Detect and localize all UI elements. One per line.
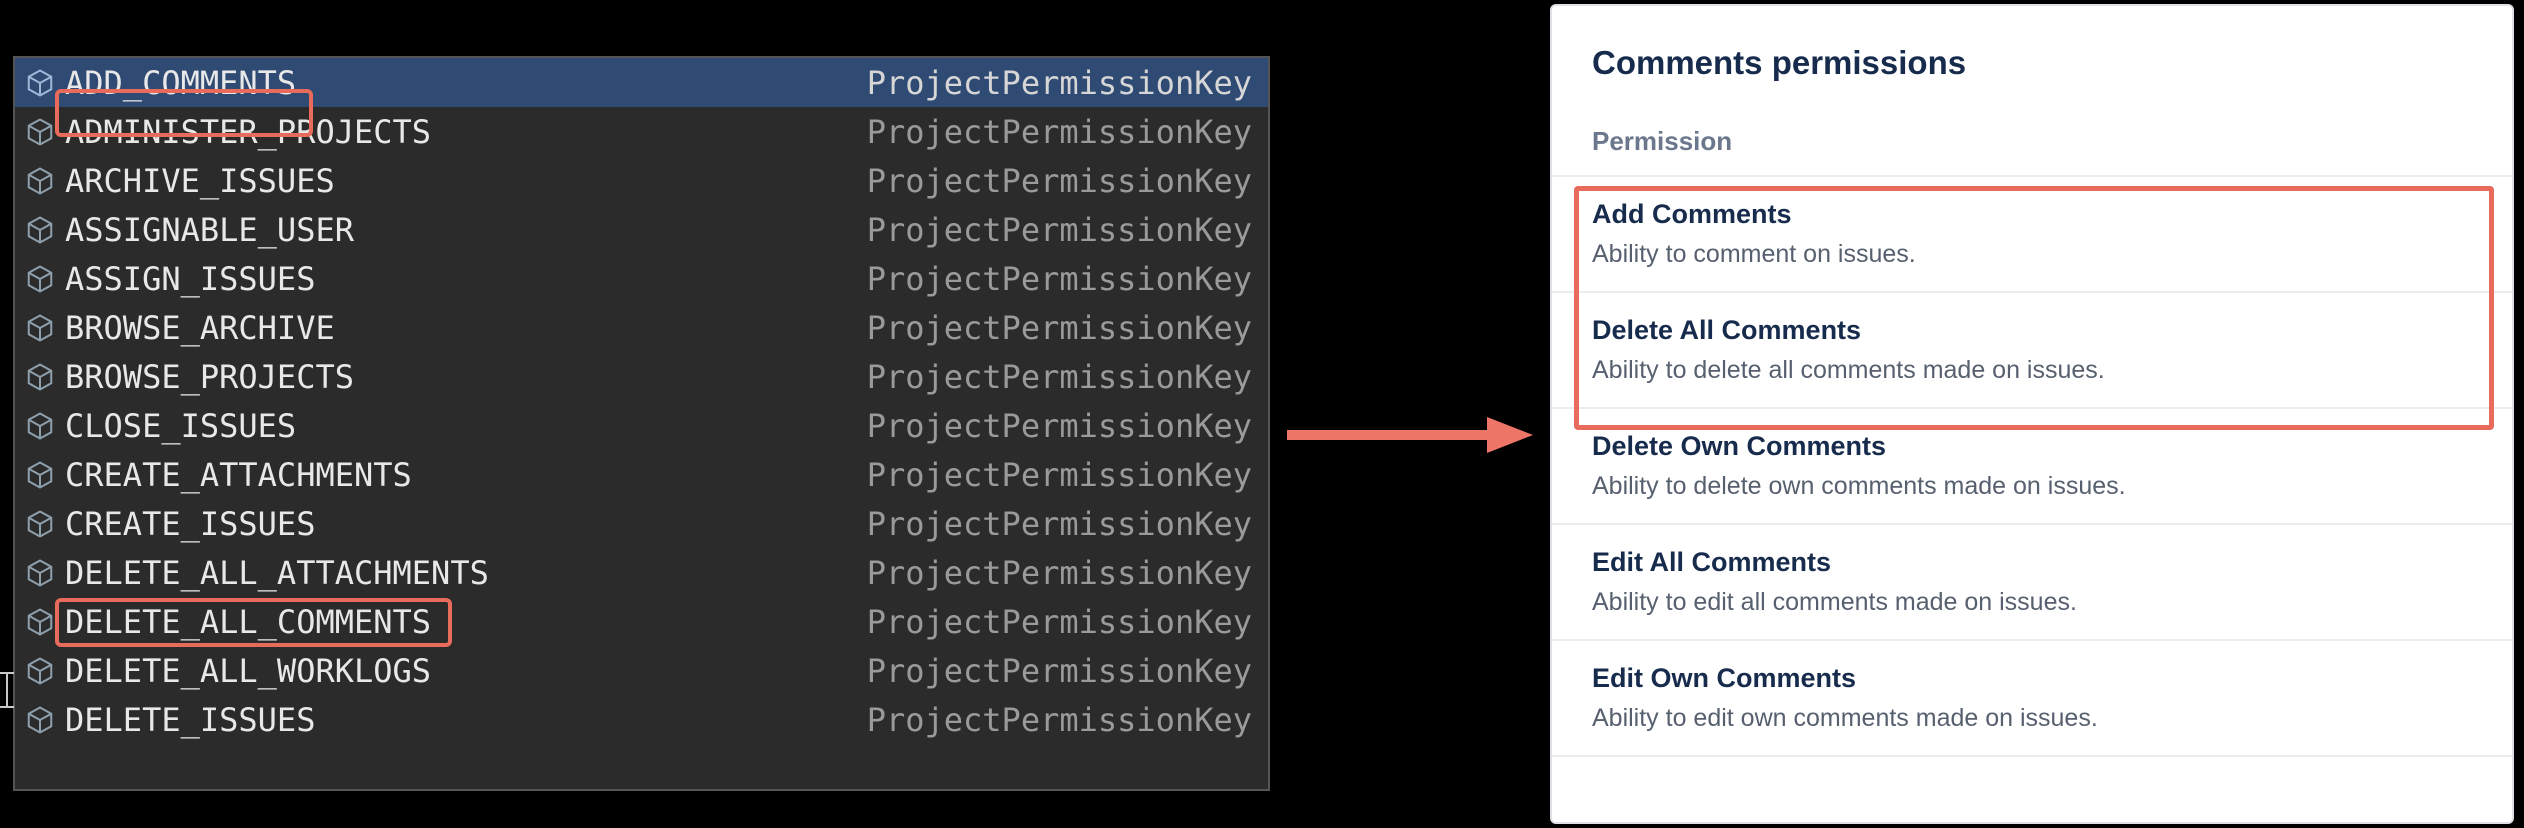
autocomplete-item-name: CREATE_ISSUES [65,505,315,543]
cube-icon [25,362,55,392]
autocomplete-item-type: ProjectPermissionKey [867,260,1258,298]
diagram-stage: ADD_COMMENTS ProjectPermissionKey ADMINI… [0,0,2524,828]
cube-icon [25,313,55,343]
permissions-panel-title: Comments permissions [1552,6,2512,108]
autocomplete-item-type: ProjectPermissionKey [867,701,1258,739]
cube-icon [25,264,55,294]
permission-name: Edit All Comments [1592,547,2472,578]
permission-name: Delete Own Comments [1592,431,2472,462]
autocomplete-item-type: ProjectPermissionKey [867,407,1258,445]
autocomplete-item-name: CREATE_ATTACHMENTS [65,456,412,494]
permission-name: Edit Own Comments [1592,663,2472,694]
autocomplete-item-name: DELETE_ALL_WORKLOGS [65,652,431,690]
permission-name: Delete All Comments [1592,315,2472,346]
cube-icon [25,607,55,637]
autocomplete-item[interactable]: CREATE_ISSUES ProjectPermissionKey [15,499,1268,548]
permissions-column-header: Permission [1552,108,2512,177]
cube-icon [25,509,55,539]
cube-icon [25,215,55,245]
autocomplete-item-type: ProjectPermissionKey [867,309,1258,347]
autocomplete-item-name: CLOSE_ISSUES [65,407,296,445]
autocomplete-item[interactable]: ASSIGN_ISSUES ProjectPermissionKey [15,254,1268,303]
autocomplete-item[interactable]: CLOSE_ISSUES ProjectPermissionKey [15,401,1268,450]
cube-icon [25,460,55,490]
autocomplete-item-type: ProjectPermissionKey [867,505,1258,543]
autocomplete-popup[interactable]: ADD_COMMENTS ProjectPermissionKey ADMINI… [13,56,1270,791]
permission-desc: Ability to delete all comments made on i… [1592,356,2472,385]
autocomplete-item[interactable]: BROWSE_ARCHIVE ProjectPermissionKey [15,303,1268,352]
autocomplete-item-type: ProjectPermissionKey [867,211,1258,249]
autocomplete-item[interactable]: ADMINISTER_PROJECTS ProjectPermissionKey [15,107,1268,156]
autocomplete-item-type: ProjectPermissionKey [867,358,1258,396]
autocomplete-item[interactable]: DELETE_ALL_WORKLOGS ProjectPermissionKey [15,646,1268,695]
autocomplete-item-name: ARCHIVE_ISSUES [65,162,335,200]
cube-icon [25,68,55,98]
cube-icon [25,705,55,735]
autocomplete-item-type: ProjectPermissionKey [867,652,1258,690]
autocomplete-item-name: DELETE_ISSUES [65,701,315,739]
autocomplete-item[interactable]: DELETE_ALL_ATTACHMENTS ProjectPermission… [15,548,1268,597]
cube-icon [25,166,55,196]
permission-row[interactable]: Delete All Comments Ability to delete al… [1552,293,2512,409]
autocomplete-item-name: BROWSE_PROJECTS [65,358,354,396]
autocomplete-item-type: ProjectPermissionKey [867,456,1258,494]
arrow-icon [1287,415,1533,455]
autocomplete-item-type: ProjectPermissionKey [867,113,1258,151]
autocomplete-item-name: BROWSE_ARCHIVE [65,309,335,347]
permission-desc: Ability to delete own comments made on i… [1592,472,2472,501]
permission-desc: Ability to comment on issues. [1592,240,2472,269]
permission-name: Add Comments [1592,199,2472,230]
autocomplete-item-type: ProjectPermissionKey [867,554,1258,592]
cube-icon [25,117,55,147]
cube-icon [25,656,55,686]
autocomplete-item-type: ProjectPermissionKey [867,64,1258,102]
permission-row[interactable]: Edit Own Comments Ability to edit own co… [1552,641,2512,757]
cube-icon [25,411,55,441]
permission-desc: Ability to edit own comments made on iss… [1592,704,2472,733]
autocomplete-item-name: ASSIGNABLE_USER [65,211,354,249]
text-cursor-icon [0,672,14,708]
autocomplete-item-name: DELETE_ALL_COMMENTS [65,603,431,641]
permission-row[interactable]: Delete Own Comments Ability to delete ow… [1552,409,2512,525]
autocomplete-item[interactable]: ARCHIVE_ISSUES ProjectPermissionKey [15,156,1268,205]
cube-icon [25,558,55,588]
autocomplete-item[interactable]: CREATE_ATTACHMENTS ProjectPermissionKey [15,450,1268,499]
autocomplete-item-name: ADD_COMMENTS [65,64,296,102]
permission-row[interactable]: Edit All Comments Ability to edit all co… [1552,525,2512,641]
permissions-panel: Comments permissions Permission Add Comm… [1550,4,2514,824]
autocomplete-item[interactable]: DELETE_ISSUES ProjectPermissionKey [15,695,1268,744]
permission-row[interactable]: Add Comments Ability to comment on issue… [1552,177,2512,293]
autocomplete-item[interactable]: ASSIGNABLE_USER ProjectPermissionKey [15,205,1268,254]
autocomplete-item-type: ProjectPermissionKey [867,162,1258,200]
autocomplete-item-type: ProjectPermissionKey [867,603,1258,641]
autocomplete-item[interactable]: BROWSE_PROJECTS ProjectPermissionKey [15,352,1268,401]
autocomplete-item-name: ASSIGN_ISSUES [65,260,315,298]
autocomplete-item-name: DELETE_ALL_ATTACHMENTS [65,554,489,592]
permission-desc: Ability to edit all comments made on iss… [1592,588,2472,617]
autocomplete-item-name: ADMINISTER_PROJECTS [65,113,431,151]
autocomplete-item[interactable]: ADD_COMMENTS ProjectPermissionKey [15,58,1268,107]
autocomplete-item[interactable]: DELETE_ALL_COMMENTS ProjectPermissionKey [15,597,1268,646]
